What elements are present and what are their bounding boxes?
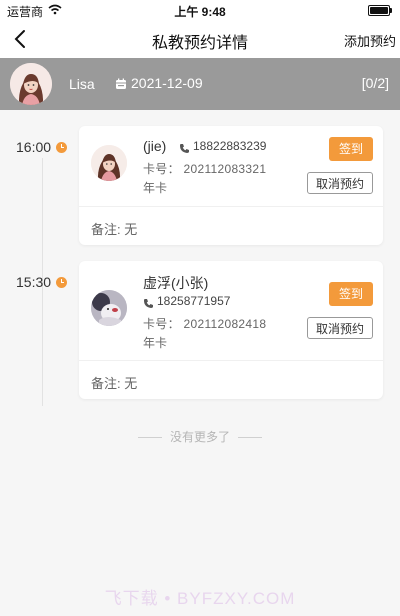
- card-divider: [79, 206, 383, 207]
- member-avatar: [91, 145, 127, 181]
- remark-text: 备注: 无: [91, 376, 138, 391]
- remark-text: 备注: 无: [91, 222, 138, 237]
- battery-icon: [368, 5, 392, 16]
- status-bar: 运营商 上午 9:48: [0, 0, 400, 20]
- member-card-number: 卡号： 202112082418: [143, 317, 267, 331]
- member-name: (jie): [143, 138, 167, 154]
- booking-card: (jie) 18822883239 卡号： 202112083321 年卡 签到…: [79, 126, 383, 245]
- coach-name: Lisa: [69, 76, 95, 92]
- member-card-number: 卡号： 202112083321: [143, 162, 267, 176]
- card-divider: [79, 360, 383, 361]
- watermark: 飞下载 • BYFZXY.COM: [104, 589, 296, 608]
- coach-avatar: [10, 63, 52, 105]
- status-time: 上午 9:48: [174, 5, 226, 19]
- cancel-booking-button[interactable]: 取消预约: [307, 172, 373, 194]
- calendar-icon: [115, 77, 127, 95]
- member-phone[interactable]: 18258771957: [157, 294, 230, 308]
- member-phone[interactable]: 18822883239: [193, 139, 266, 153]
- slot-time: 15:30: [16, 274, 52, 290]
- add-booking-button[interactable]: 添加预约: [344, 31, 396, 50]
- phone-icon: [179, 141, 190, 159]
- nav-bar: 私教预约详情 添加预约: [0, 20, 400, 58]
- clock-icon: [56, 142, 67, 153]
- checkin-button[interactable]: 签到: [329, 137, 373, 161]
- cancel-booking-button[interactable]: 取消预约: [307, 317, 373, 339]
- checkin-button[interactable]: 签到: [329, 282, 373, 306]
- phone-icon: [143, 296, 154, 314]
- booking-date: 2021-12-09: [131, 75, 203, 91]
- page-title: 私教预约详情: [151, 35, 248, 52]
- clock-icon: [56, 277, 67, 288]
- booking-count: [0/2]: [361, 75, 389, 91]
- member-name: 虚浮(小张): [143, 275, 209, 291]
- no-more-text: 没有更多了: [169, 430, 230, 444]
- booking-card: 虚浮(小张) 18258771957 卡号： 202112082418 年卡 签…: [79, 261, 383, 399]
- slot-time: 16:00: [16, 139, 52, 155]
- member-avatar: [91, 290, 127, 326]
- no-more-indicator: 没有更多了: [0, 428, 400, 445]
- member-card-type: 年卡: [143, 336, 168, 350]
- member-card-type: 年卡: [143, 181, 168, 195]
- coach-info-bar: Lisa 2021-12-09 [0/2]: [0, 58, 400, 110]
